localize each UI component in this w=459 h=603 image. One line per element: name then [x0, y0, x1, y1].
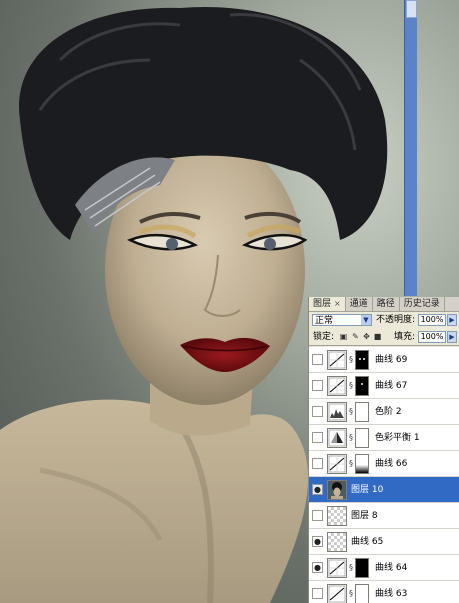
- tab-layers-label: 图层: [313, 299, 332, 309]
- fill-input[interactable]: 100%: [418, 331, 446, 343]
- tab-layers[interactable]: 图层 ×: [309, 297, 346, 311]
- visibility-toggle[interactable]: [312, 354, 323, 365]
- eye-icon[interactable]: ●: [312, 536, 323, 547]
- visibility-toggle[interactable]: [312, 588, 323, 599]
- lock-all-icon[interactable]: ■: [373, 332, 382, 341]
- layer-name: 曲线 66: [375, 459, 408, 469]
- tab-history[interactable]: 历史记录: [400, 297, 445, 311]
- curves-adjustment-icon: [327, 584, 347, 603]
- layer-row-selected[interactable]: ● 图层 10: [309, 477, 459, 503]
- scrollbar-thumb[interactable]: [406, 0, 417, 18]
- layer-name: 图层 8: [351, 511, 378, 521]
- close-icon[interactable]: ×: [334, 299, 341, 308]
- layer-row[interactable]: § 曲线 69: [309, 347, 459, 373]
- layer-thumbnail: [327, 480, 347, 500]
- layers-list: § 曲线 69 § 曲线 67 § 色阶 2 § 色彩平衡 1 § 曲线 66 …: [309, 347, 459, 603]
- layer-name: 曲线 67: [375, 381, 408, 391]
- layer-mask-thumbnail[interactable]: [355, 402, 369, 422]
- visibility-toggle[interactable]: [312, 458, 323, 469]
- visibility-toggle[interactable]: [312, 380, 323, 391]
- layer-row[interactable]: ● 曲线 65: [309, 529, 459, 555]
- layer-thumbnail: [327, 506, 347, 526]
- layer-name: 曲线 64: [375, 563, 408, 573]
- layer-row[interactable]: § 曲线 67: [309, 373, 459, 399]
- opacity-label: 不透明度:: [376, 315, 416, 325]
- lock-pixels-brush-icon[interactable]: ✎: [351, 332, 360, 341]
- layer-name: 曲线 69: [375, 355, 408, 365]
- layer-mask-thumbnail[interactable]: [355, 584, 369, 603]
- layer-name: 曲线 65: [351, 537, 384, 547]
- mask-link-icon[interactable]: §: [349, 381, 353, 390]
- curves-adjustment-icon: [327, 558, 347, 578]
- layer-name: 图层 10: [351, 485, 384, 495]
- layer-row[interactable]: ● § 曲线 64: [309, 555, 459, 581]
- opacity-input[interactable]: 100%: [418, 314, 446, 326]
- visibility-toggle[interactable]: [312, 406, 323, 417]
- layer-mask-thumbnail[interactable]: [355, 558, 369, 578]
- tab-channels[interactable]: 通道: [346, 297, 373, 311]
- mask-link-icon[interactable]: §: [349, 459, 353, 468]
- mask-link-icon[interactable]: §: [349, 563, 353, 572]
- fill-label: 填充:: [394, 332, 416, 342]
- layer-row[interactable]: § 曲线 66: [309, 451, 459, 477]
- layer-row[interactable]: § 色彩平衡 1: [309, 425, 459, 451]
- tab-paths[interactable]: 路径: [373, 297, 400, 311]
- layer-mask-thumbnail[interactable]: [355, 428, 369, 448]
- lock-label: 锁定:: [313, 332, 335, 342]
- eye-icon[interactable]: ●: [312, 484, 323, 495]
- opacity-slider-arrow-icon[interactable]: ▶: [447, 314, 457, 326]
- blend-opacity-row: 正常 ▼ 不透明度: 100% ▶: [309, 312, 459, 328]
- blend-mode-select[interactable]: 正常 ▼: [312, 314, 372, 326]
- mask-link-icon[interactable]: §: [349, 433, 353, 442]
- curves-adjustment-icon: [327, 350, 347, 370]
- panel-tab-bar: 图层 × 通道 路径 历史记录: [309, 297, 459, 312]
- lock-fill-row: 锁定: ▣ ✎ ✥ ■ 填充: 100% ▶: [309, 330, 459, 346]
- chevron-down-icon[interactable]: ▼: [361, 315, 371, 325]
- layer-name: 色彩平衡 1: [375, 433, 420, 443]
- canvas-vertical-scrollbar[interactable]: [404, 0, 417, 296]
- layer-mask-thumbnail[interactable]: [355, 350, 369, 370]
- layer-row[interactable]: § 曲线 63: [309, 581, 459, 603]
- lock-transparency-icon[interactable]: ▣: [339, 332, 348, 341]
- mask-link-icon[interactable]: §: [349, 355, 353, 364]
- levels-adjustment-icon: [327, 402, 347, 422]
- layer-row[interactable]: § 色阶 2: [309, 399, 459, 425]
- layer-name: 色阶 2: [375, 407, 402, 417]
- color-balance-adjustment-icon: [327, 428, 347, 448]
- lock-position-move-icon[interactable]: ✥: [362, 332, 371, 341]
- curves-adjustment-icon: [327, 454, 347, 474]
- layer-thumbnail: [327, 532, 347, 552]
- visibility-toggle[interactable]: [312, 432, 323, 443]
- mask-link-icon[interactable]: §: [349, 589, 353, 598]
- eye-icon[interactable]: ●: [312, 562, 323, 573]
- curves-adjustment-icon: [327, 376, 347, 396]
- layer-row[interactable]: 图层 8: [309, 503, 459, 529]
- layers-panel: 图层 × 通道 路径 历史记录 正常 ▼ 不透明度: 100% ▶ 锁定: ▣ ✎…: [308, 297, 459, 603]
- blend-mode-value: 正常: [315, 316, 334, 326]
- layer-mask-thumbnail[interactable]: [355, 376, 369, 396]
- fill-slider-arrow-icon[interactable]: ▶: [447, 331, 457, 343]
- layer-mask-thumbnail[interactable]: [355, 454, 369, 474]
- layer-name: 曲线 63: [375, 589, 408, 599]
- mask-link-icon[interactable]: §: [349, 407, 353, 416]
- visibility-toggle[interactable]: [312, 510, 323, 521]
